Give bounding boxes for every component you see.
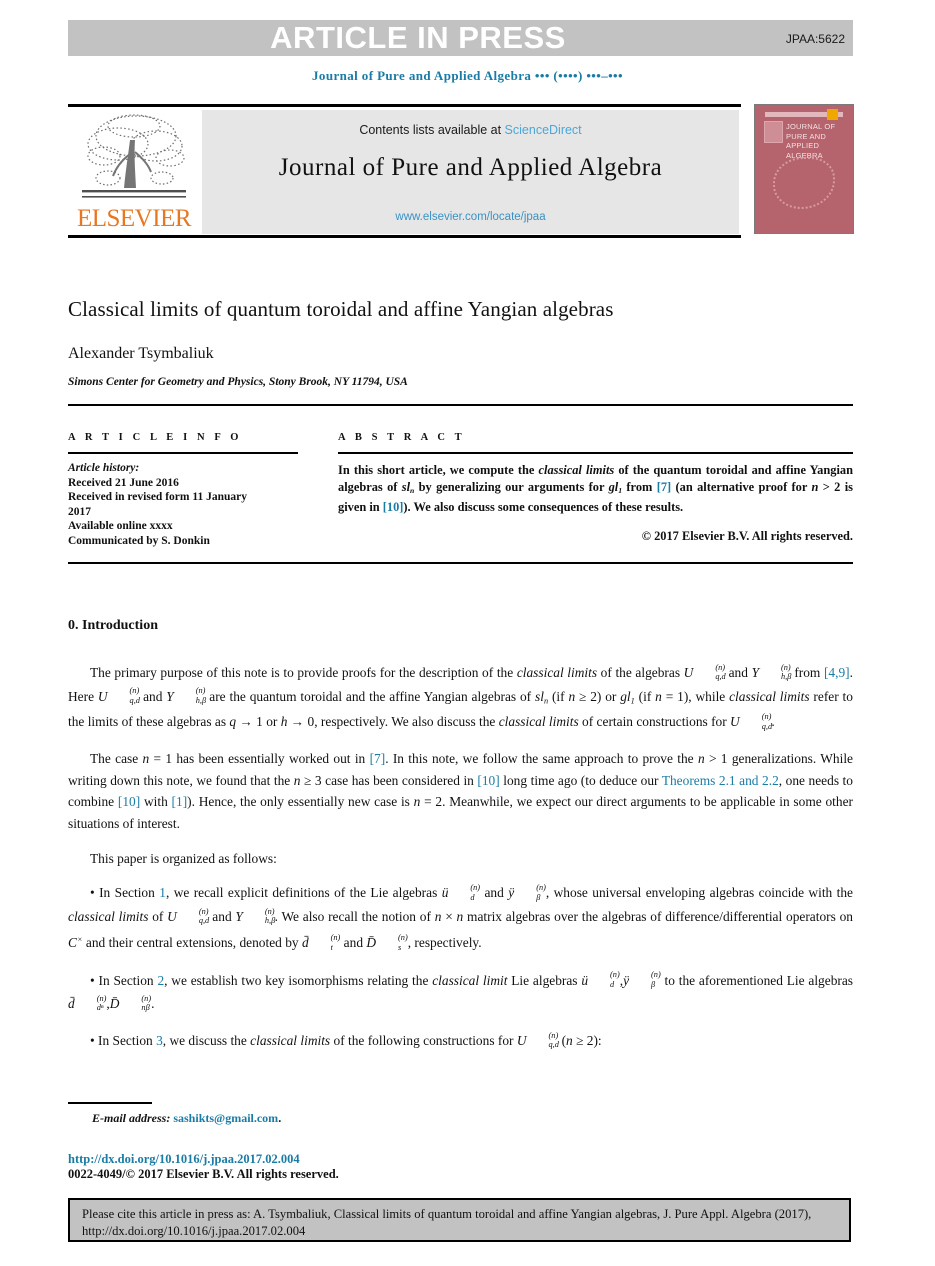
author-affiliation: Simons Center for Geometry and Physics, … <box>68 376 408 388</box>
contents-available-line: Contents lists available at ScienceDirec… <box>202 123 739 137</box>
email-label: E-mail address: <box>92 1111 171 1125</box>
intro-paragraph-1: The primary purpose of this note is to p… <box>68 662 853 731</box>
citation-link[interactable]: [10] <box>477 773 499 788</box>
theorem-link[interactable]: Theorems 2.1 and 2.2 <box>662 773 779 788</box>
affiliation-rule <box>68 404 853 406</box>
section-link[interactable]: 3 <box>156 1033 163 1048</box>
abstract-heading: A B S T R A C T <box>338 432 466 443</box>
journal-title: Journal of Pure and Applied Algebra <box>278 154 663 181</box>
intro-organized-line: This paper is organized as follows: <box>90 850 277 866</box>
abstract-text: In this short article, we compute the cl… <box>338 463 853 515</box>
cite-line-1: Please cite this article in press as: A.… <box>82 1207 698 1221</box>
article-history-label: Article history: <box>68 462 140 474</box>
intro-paragraph-2: The case n = 1 has been essentially work… <box>68 751 853 831</box>
manuscript-code: JPAA:5622 <box>785 32 845 46</box>
article-history-line: Available online xxxx <box>68 520 173 533</box>
abstract-copyright: © 2017 Elsevier B.V. All rights reserved… <box>641 528 853 543</box>
article-history-line: Received 21 June 2016 <box>68 476 179 489</box>
running-journal-line: Journal of Pure and Applied Algebra ••• … <box>312 68 623 83</box>
elsevier-logo: ELSEVIER <box>70 110 198 234</box>
abstract-section: A B S T R A C T In this short article, w… <box>338 432 853 544</box>
article-history-line: 2017 <box>68 505 91 518</box>
introduction-section: 0. Introduction The primary purpose of t… <box>68 618 853 1067</box>
author-name: Alexander Tsymbaliuk <box>68 345 214 362</box>
journal-cover-thumbnail: JOURNAL OF PURE AND APPLIED ALGEBRA <box>754 104 854 234</box>
doi-link[interactable]: http://dx.doi.org/10.1016/j.jpaa.2017.02… <box>68 1152 300 1167</box>
article-history-line: Received in revised form 11 January <box>68 491 247 504</box>
article-info-rule <box>68 452 298 454</box>
sciencedirect-link[interactable]: ScienceDirect <box>505 123 582 137</box>
citation-link[interactable]: [4,9] <box>824 665 850 680</box>
cover-title-line-1: JOURNAL OF <box>786 122 836 131</box>
masthead-rule-top <box>68 104 741 107</box>
elsevier-tree-icon <box>78 110 190 206</box>
elsevier-wordmark: ELSEVIER <box>76 205 192 232</box>
masthead-rule-bottom <box>68 235 741 238</box>
intro-bullet-section-3: • In Section 3, we discuss the classical… <box>90 1030 602 1050</box>
cover-title-text: JOURNAL OF PURE AND APPLIED ALGEBRA <box>786 122 850 160</box>
page-title: Classical limits of quantum toroidal and… <box>68 297 614 321</box>
section-link[interactable]: 2 <box>157 973 164 988</box>
footnote-email-line: E-mail address: sashikts@gmail.com. <box>92 1111 281 1126</box>
citation-link[interactable]: [7] <box>370 751 386 766</box>
email-period: . <box>278 1111 282 1125</box>
article-history-block: Article history: Received 21 June 2016 R… <box>68 461 298 549</box>
article-in-press-banner: ARTICLE IN PRESS JPAA:5622 <box>68 20 853 56</box>
citation-link[interactable]: [7] <box>657 480 671 494</box>
cover-elsevier-mark-icon <box>764 121 783 143</box>
cover-accent-square <box>827 109 838 120</box>
citation-link[interactable]: [10] <box>383 500 404 514</box>
contents-available-prefix: Contents lists available at <box>359 123 505 137</box>
abstract-bottom-rule <box>68 562 853 564</box>
intro-bullet-section-1: • In Section 1, we recall explicit defin… <box>68 883 853 952</box>
article-in-press-label: ARTICLE IN PRESS <box>270 20 566 55</box>
journal-homepage-link[interactable]: www.elsevier.com/locate/jpaa <box>202 211 739 223</box>
issn-copyright-line: 0022-4049/© 2017 Elsevier B.V. All right… <box>68 1167 339 1181</box>
email-link[interactable]: sashikts@gmail.com <box>173 1111 278 1125</box>
citation-link[interactable]: [10] <box>118 794 140 809</box>
cite-this-article-box: Please cite this article in press as: A.… <box>68 1198 851 1242</box>
footnote-rule <box>68 1102 152 1104</box>
citation-link[interactable]: [1] <box>172 794 188 809</box>
abstract-rule <box>338 452 853 454</box>
cover-graphic-icon <box>773 157 835 209</box>
introduction-heading: 0. Introduction <box>68 618 158 633</box>
cite-this-article-text: Please cite this article in press as: A.… <box>70 1200 849 1239</box>
article-info-section: A R T I C L E I N F O Article history: R… <box>68 432 298 549</box>
cover-title-line-2: PURE AND <box>786 131 826 141</box>
contents-panel: Contents lists available at ScienceDirec… <box>202 110 739 234</box>
article-info-heading: A R T I C L E I N F O <box>68 432 243 443</box>
section-link[interactable]: 1 <box>159 885 166 900</box>
journal-masthead: ELSEVIER Contents lists available at Sci… <box>68 104 854 238</box>
article-history-line: Communicated by S. Donkin <box>68 534 210 547</box>
intro-bullet-section-2: • In Section 2, we establish two key iso… <box>68 970 853 1013</box>
